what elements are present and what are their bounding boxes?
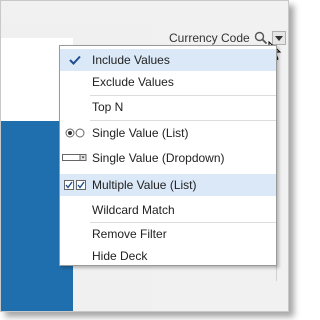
menu-item-label: Include Values <box>92 53 170 67</box>
menu-item-label: Exclude Values <box>92 75 174 89</box>
menu-item-label: Hide Deck <box>92 249 148 263</box>
menu-item-label: Top N <box>92 100 124 114</box>
menu-item-exclude-values[interactable]: Exclude Values <box>60 71 276 93</box>
menu-item-single-value-dropdown[interactable]: Single Value (Dropdown) <box>60 147 276 169</box>
menu-item-single-value-list[interactable]: Single Value (List) <box>60 122 276 144</box>
menu-item-multiple-value-list[interactable]: Multiple Value (List) <box>60 174 276 196</box>
menu-item-top-n[interactable]: Top N <box>60 96 276 118</box>
dropdown-list-icon <box>60 147 90 169</box>
menu-separator <box>90 120 276 121</box>
filter-options-menu: Include Values Exclude Values Top N Sing… <box>59 45 277 266</box>
checkbox-list-icon <box>60 174 90 196</box>
menu-item-include-values[interactable]: Include Values <box>60 49 276 71</box>
menu-item-label: Single Value (List) <box>92 126 189 140</box>
menu-item-label: Wildcard Match <box>92 203 175 217</box>
menu-item-label: Single Value (Dropdown) <box>92 151 225 165</box>
menu-item-label: Multiple Value (List) <box>92 178 197 192</box>
search-icon[interactable] <box>254 31 268 45</box>
menu-item-remove-filter[interactable]: Remove Filter <box>60 223 276 245</box>
check-icon <box>60 49 90 71</box>
menu-item-hide-deck[interactable]: Hide Deck <box>60 245 276 267</box>
radio-list-icon <box>60 122 90 144</box>
menu-item-label: Remove Filter <box>92 227 167 241</box>
screenshot-frame: Currency Code Include Values Exclude Val… <box>0 0 289 312</box>
menu-item-wildcard-match[interactable]: Wildcard Match <box>60 199 276 221</box>
top-strip <box>1 1 288 23</box>
filter-field-label: Currency Code <box>169 31 250 45</box>
